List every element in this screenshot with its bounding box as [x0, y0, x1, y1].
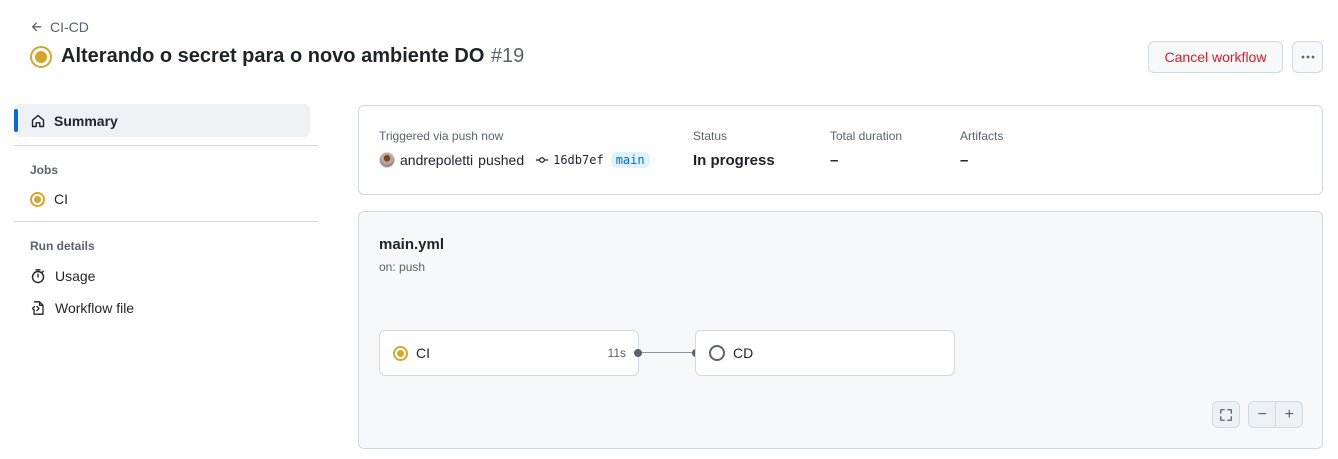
status-value: In progress — [693, 152, 775, 169]
back-link[interactable]: CI-CD — [30, 19, 89, 35]
trigger-cell: Triggered via push now andrepoletti push… — [379, 129, 650, 168]
page-title: Alterando o secret para o novo ambiente … — [61, 45, 485, 67]
workflow-file-name[interactable]: main.yml — [379, 236, 444, 253]
page-title-row: Alterando o secret para o novo ambiente … — [30, 45, 524, 68]
sidebar-item-job-ci[interactable]: CI — [14, 183, 318, 215]
trigger-details: andrepoletti pushed 16db7ef main — [379, 152, 650, 168]
duration-cell: Total duration – — [830, 129, 902, 169]
sidebar-item-label: Usage — [55, 268, 96, 284]
avatar[interactable] — [379, 152, 395, 168]
git-commit-icon — [535, 157, 549, 163]
in-progress-status-icon — [393, 345, 408, 361]
branch-label[interactable]: main — [610, 152, 650, 168]
status-cell: Status In progress — [693, 129, 775, 169]
run-summary-card: Triggered via push now andrepoletti push… — [358, 105, 1323, 195]
actor-link[interactable]: andrepoletti — [400, 152, 473, 168]
stopwatch-icon — [31, 269, 45, 284]
artifacts-cell: Artifacts – — [960, 129, 1003, 169]
fullscreen-icon — [1220, 408, 1232, 421]
job-name: CD — [733, 345, 754, 361]
duration-label: Total duration — [830, 129, 903, 143]
sidebar-item-label: CI — [54, 191, 68, 207]
run-details-section-title: Run details — [30, 239, 95, 253]
connector-dot — [634, 349, 642, 357]
workflow-graph: main.yml on: push CI 11s CD − + — [358, 211, 1323, 449]
divider — [14, 145, 318, 146]
sidebar-item-summary[interactable]: Summary — [14, 104, 310, 137]
job-node-cd[interactable]: CD — [695, 330, 955, 376]
commit-sha: 16db7ef — [553, 153, 604, 167]
sidebar-item-usage[interactable]: Usage — [14, 260, 318, 292]
more-options-button[interactable] — [1292, 41, 1323, 73]
job-node-ci[interactable]: CI 11s — [379, 330, 639, 376]
artifacts-label: Artifacts — [960, 129, 1004, 143]
trigger-label: Triggered via push now — [379, 129, 504, 143]
sidebar-item-workflow-file[interactable]: Workflow file — [14, 292, 318, 324]
sidebar-item-label: Workflow file — [55, 300, 135, 316]
artifacts-value: – — [960, 152, 969, 169]
in-progress-status-icon — [30, 191, 45, 207]
workflow-trigger: on: push — [379, 260, 426, 274]
fullscreen-button[interactable] — [1212, 401, 1240, 428]
pending-status-icon — [709, 345, 725, 361]
arrow-left-icon — [31, 22, 42, 32]
duration-value: – — [830, 152, 839, 169]
jobs-section-title: Jobs — [30, 163, 59, 177]
commit-link[interactable]: 16db7ef — [535, 153, 604, 167]
cancel-workflow-button[interactable]: Cancel workflow — [1148, 41, 1283, 73]
back-link-label: CI-CD — [50, 19, 89, 35]
sidebar: Summary Jobs CI Run details Usage Workfl… — [14, 104, 318, 324]
zoom-out-button[interactable]: − — [1249, 402, 1275, 427]
sidebar-item-label: Summary — [54, 112, 118, 129]
divider — [14, 221, 318, 222]
in-progress-status-icon — [30, 45, 52, 68]
trigger-action: pushed — [478, 152, 525, 168]
zoom-in-button[interactable]: + — [1275, 402, 1302, 427]
run-number: #19 — [490, 45, 525, 67]
job-duration: 11s — [607, 346, 626, 360]
kebab-horizontal-icon — [1301, 55, 1314, 59]
job-connector — [638, 352, 696, 353]
zoom-controls: − + — [1248, 401, 1303, 428]
status-label: Status — [693, 129, 728, 143]
home-icon — [31, 114, 45, 127]
job-name: CI — [416, 345, 430, 361]
file-code-icon — [31, 301, 44, 315]
